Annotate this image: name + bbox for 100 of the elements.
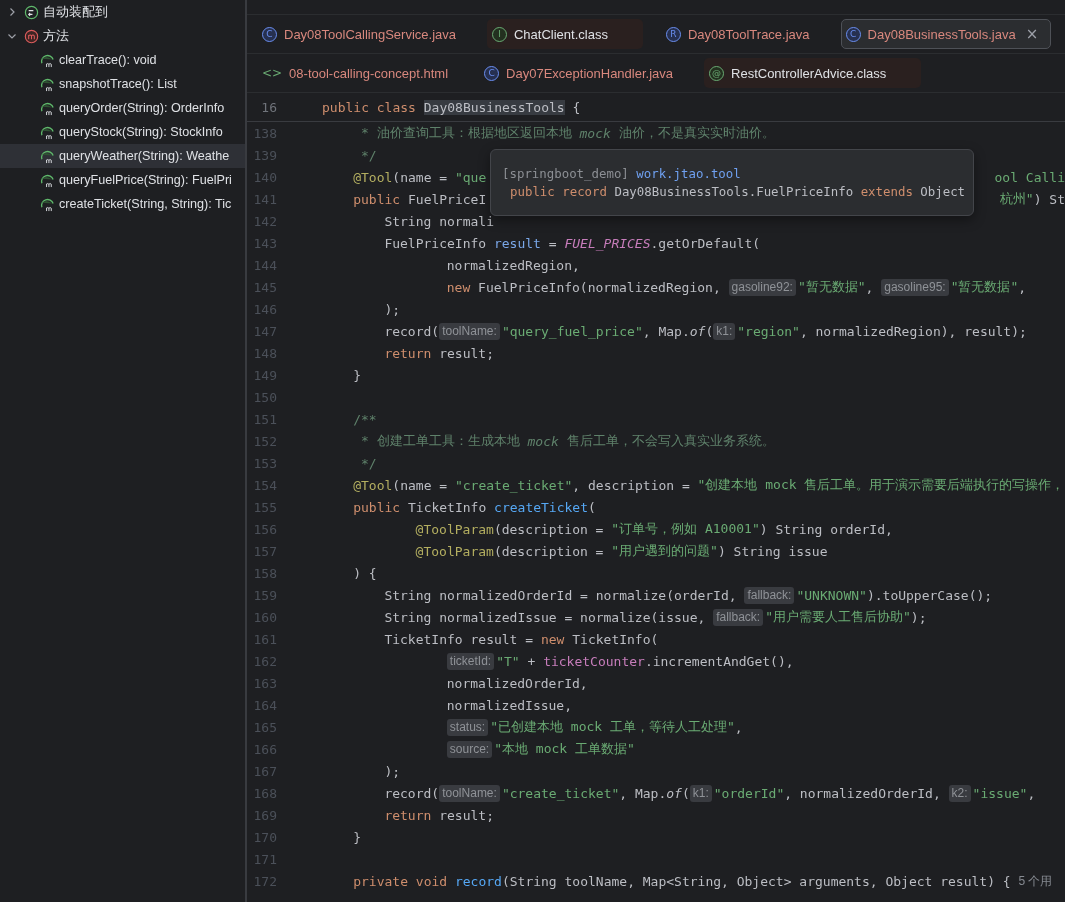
code-text: Object [920,183,966,201]
inlay-hint: status: [446,718,489,736]
file-tab[interactable]: C Day08BusinessTools.java × [840,19,1052,49]
tree-item[interactable]: createTicket(String, String): Tic [0,192,245,216]
tree-item[interactable]: queryFuelPrice(String): FuelPri [0,168,245,192]
tab-label: RestControllerAdvice.class [731,65,887,81]
tree-item[interactable]: 方法 [0,24,245,48]
inlay-hint: k1: [713,322,736,340]
tab-label: ChatClient.class [514,26,608,42]
line-number: 16 [260,99,277,115]
m-leaf-icon [40,196,55,212]
tree-item[interactable]: 自动装配到 [0,0,245,24]
string-literal: "暂无数据" [797,278,866,296]
tree-item[interactable]: queryWeather(String): Weathe [0,144,245,168]
code-text: String normali [384,213,494,229]
string-literal: "create_ticket" [501,785,620,801]
string-literal: "暂无数据" [950,278,1019,296]
field-name: ticketCounter [543,653,645,669]
string-literal: "用户遇到的问题" [611,542,718,560]
code-text: ) String issue [717,543,828,559]
file-tab[interactable]: C Day07ExceptionHandler.java [479,58,686,88]
code-text: ) { [353,565,377,581]
file-tab[interactable]: C Day08ToolCallingService.java [257,19,469,49]
tree-item[interactable]: snapshotTrace(): List [0,72,245,96]
tab-label: Day08ToolTrace.java [687,26,810,42]
tree-item[interactable]: queryOrder(String): OrderInfo [0,96,245,120]
m-leaf-icon [40,52,55,68]
close-button[interactable]: × [1025,25,1039,43]
method-name: record [454,873,502,889]
m-leaf-icon [40,172,55,188]
method-name: createTicket [494,499,588,515]
code-text: TicketInfo( [572,631,659,647]
circled-letter-icon: I [492,26,507,42]
code-text: normalizedOrderId, [446,675,588,691]
code-text: normalizedIssue, [446,697,573,713]
usage-hint[interactable]: 5 个用 [1018,872,1053,890]
file-tab[interactable]: <> 08-tool-calling-concept.html [257,58,462,88]
keyword: return [384,345,433,361]
code-text: , normalizedRegion), result); [799,323,1027,339]
code-text: + [526,653,537,669]
code-text: result; [439,807,494,823]
doc-comment: * 油价查询工具：根据地区返回本地 [361,124,573,142]
code-text: FuelPriceInfo(normalizedRegion, [478,279,722,295]
annotation: @ToolParam [415,521,494,537]
tab-label: 08-tool-calling-concept.html [289,65,449,81]
annotation: @Tool [353,169,393,185]
tree-item[interactable]: queryStock(String): StockInfo [0,120,245,144]
code-text: (name = [392,169,449,185]
code-text: record( [384,323,440,339]
tab-label: Day08ToolCallingService.java [284,26,456,42]
doc-comment: 油价，不是真实实时油价。 [617,124,775,142]
tree-label: snapshotTrace(): List [59,77,177,91]
m-leaf-icon [40,76,55,92]
method-call: of [689,323,706,339]
tree-item[interactable]: clearTrace(): void [0,48,245,72]
code-text: FuelPriceI [408,191,487,207]
keyword: private void [353,873,449,889]
file-tab[interactable]: R Day08ToolTrace.java [660,19,823,49]
code-text: TicketInfo [408,499,488,515]
code-text: ( [705,323,714,339]
inlay-hint: toolName: [439,784,500,802]
string-literal: "create_ticket" [454,477,573,493]
file-tab[interactable]: I ChatClient.class [487,19,643,49]
file-tab[interactable]: @ RestControllerAdvice.class [704,58,922,88]
tab-label: Day08BusinessTools.java [867,26,1016,42]
circled-at-icon: @ [709,65,724,81]
doc-comment: mock [527,433,559,449]
tree-label: 方法 [43,27,69,45]
code-text: , Map. [642,323,690,339]
inlay-hint: fallback: [744,586,795,604]
circled-letter-icon: R [665,26,681,42]
circled-letter-icon: C [845,26,861,42]
code-text: ( [588,499,596,515]
keyword: public class [322,99,417,115]
tree-label: queryFuelPrice(String): FuelPri [59,173,232,187]
doc-comment: */ [361,455,377,471]
string-literal: "订单号，例如 A10001" [611,520,760,538]
code-text: String normalizedOrderId = normalize(orderId, [384,587,738,603]
inlay-hint: fallback: [713,608,764,626]
code-text: } [353,367,361,383]
variable-name: result [493,235,541,251]
keyword: new [446,279,472,295]
code-text: ).toUpperCase(); [866,587,993,603]
code-text: , normalizedOrderId, [784,785,942,801]
code-text: ); [910,609,927,625]
keyword: public [353,499,402,515]
string-literal: "issue" [972,785,1028,801]
annotation: @Tool [353,477,393,493]
code-text: , [734,719,743,735]
keyword: public record [510,183,608,201]
annotation: @ToolParam [415,543,494,559]
keyword: return [384,807,433,823]
inlay-hint: toolName: [439,322,500,340]
code-text: .incrementAndGet(), [644,653,794,669]
inlay-hint: source: [446,740,493,758]
code-text: (String toolName, Map<String, Object> arguments, Object result) { [501,873,1012,889]
inlay-hint: gasoline95: [881,278,949,296]
code-text: ( [681,785,690,801]
code-text: TicketInfo result = [384,631,535,647]
code-text: String normalizedIssue = normalize(issue, [384,609,707,625]
